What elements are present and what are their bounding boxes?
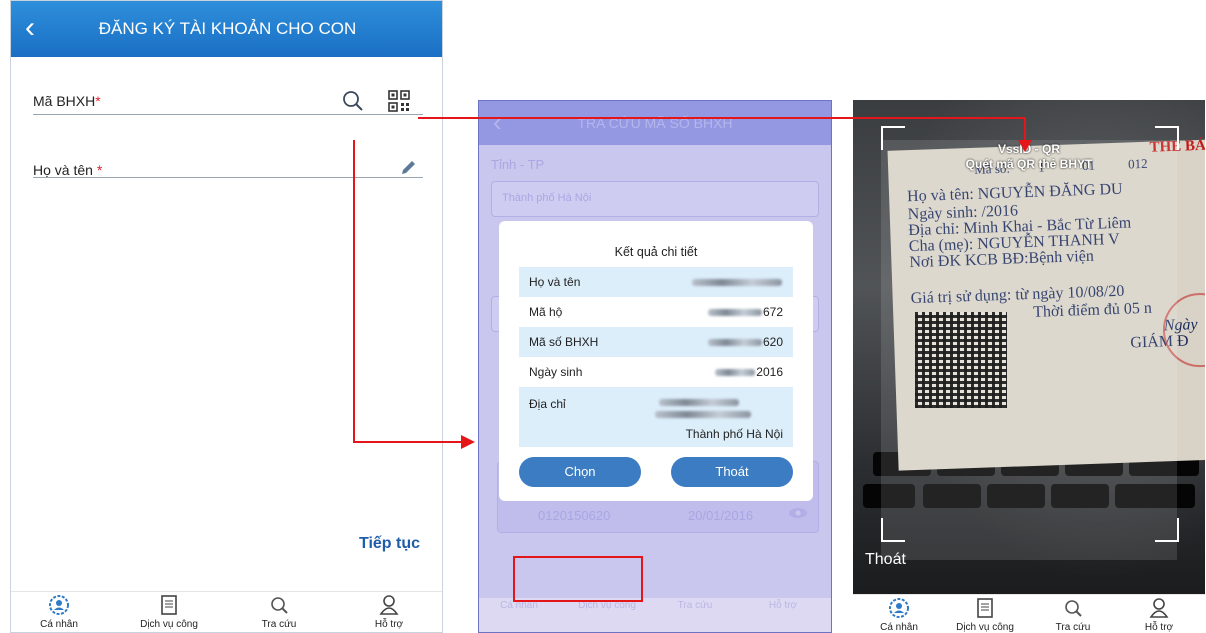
redacted-value: [659, 399, 739, 406]
personal-gear-icon: [49, 595, 69, 615]
nav-support[interactable]: Hỗ trợ: [1119, 597, 1199, 633]
nav-public-service[interactable]: Dịch vụ công: [129, 594, 209, 630]
redacted-value: [692, 279, 782, 287]
detail-row: Địa chỉ Thành phố Hà Nội: [519, 387, 793, 447]
bhxh-field-label: Mã BHXH*: [33, 93, 101, 109]
detail-dialog: Kết quả chi tiết Họ và tên Mã hộ 672 Mã …: [499, 221, 813, 501]
nav-personal[interactable]: Cá nhân: [19, 594, 99, 630]
arrow-to-lookup-horizontal: [353, 441, 463, 443]
qr-code-icon[interactable]: [388, 90, 410, 112]
scan-corner: [881, 518, 905, 542]
redacted-value: [655, 411, 751, 418]
bottom-nav: Cá nhân Dịch vụ công Tra cứu Hỗ trợ: [853, 594, 1205, 633]
redacted-value: [707, 309, 762, 317]
scanner-subtitle: Quét mã QR thẻ BHYT: [965, 157, 1093, 171]
user-support-icon: [379, 595, 399, 615]
nav-lookup[interactable]: Tra cứu: [239, 594, 319, 630]
arrow-to-lookup: [353, 140, 355, 442]
arrow-head-right: [461, 435, 475, 449]
user-support-icon: [1149, 598, 1169, 618]
scan-area: [881, 140, 1177, 560]
search-icon[interactable]: [341, 89, 365, 113]
nav-public-service[interactable]: Dịch vụ công: [945, 597, 1025, 633]
nav-lookup[interactable]: Tra cứu: [1033, 597, 1113, 633]
arrow-head-down: [1018, 140, 1032, 152]
arrow-to-qr-scanner-drop: [1024, 117, 1026, 142]
bottom-nav: Cá nhân Dịch vụ công Tra cứu Hỗ trợ: [479, 598, 831, 632]
name-field-label: Họ và tên *: [33, 162, 103, 178]
qr-scan-screen: THE BẢ Mã số: 1 01 012 Họ và tên: NGUYỄN…: [853, 100, 1205, 633]
exit-scan-button[interactable]: Thoát: [865, 551, 906, 569]
exit-button[interactable]: Thoát: [671, 457, 793, 487]
detail-row: Mã hộ 672: [529, 305, 783, 319]
dialog-title: Kết quả chi tiết: [614, 245, 698, 259]
personal-gear-icon: [889, 598, 909, 618]
page-title: ĐĂNG KÝ TÀI KHOẢN CHO CON: [98, 19, 357, 38]
lookup-bhxh-screen: ‹ TRA CỨU MÃ SỐ BHXH Tỉnh - TP Thành phố…: [478, 100, 832, 633]
continue-button[interactable]: Tiếp tục: [359, 535, 420, 553]
bottom-nav: Cá nhân Dịch vụ công Tra cứu Hỗ trợ: [11, 591, 442, 632]
detail-row: Ngày sinh 2016: [529, 365, 783, 379]
document-icon: [161, 595, 177, 615]
nav-personal[interactable]: Cá nhân: [859, 597, 939, 633]
header-bar: ‹ ĐĂNG KÝ TÀI KHOẢN CHO CON: [11, 1, 442, 57]
lookup-icon: [1065, 600, 1082, 617]
name-input-underline[interactable]: [33, 177, 423, 178]
redacted-value: [715, 369, 756, 377]
nav-support[interactable]: Hỗ trợ: [743, 600, 823, 611]
bhxh-input-underline[interactable]: [33, 114, 423, 115]
arrow-to-qr-scanner: [418, 117, 1026, 119]
document-icon: [977, 598, 993, 618]
choose-button[interactable]: Chọn: [519, 457, 641, 487]
redacted-value: [707, 339, 762, 347]
detail-row: Mã số BHXH 620: [519, 327, 793, 357]
lookup-icon: [271, 597, 288, 614]
scan-corner: [1155, 518, 1179, 542]
highlight-box: [513, 556, 643, 602]
register-child-screen: ‹ ĐĂNG KÝ TÀI KHOẢN CHO CON Mã BHXH* Họ …: [10, 0, 443, 633]
nav-lookup[interactable]: Tra cứu: [655, 600, 735, 611]
nav-support[interactable]: Hỗ trợ: [349, 594, 429, 630]
detail-row: Họ và tên: [519, 267, 793, 297]
pencil-icon[interactable]: [399, 159, 417, 177]
